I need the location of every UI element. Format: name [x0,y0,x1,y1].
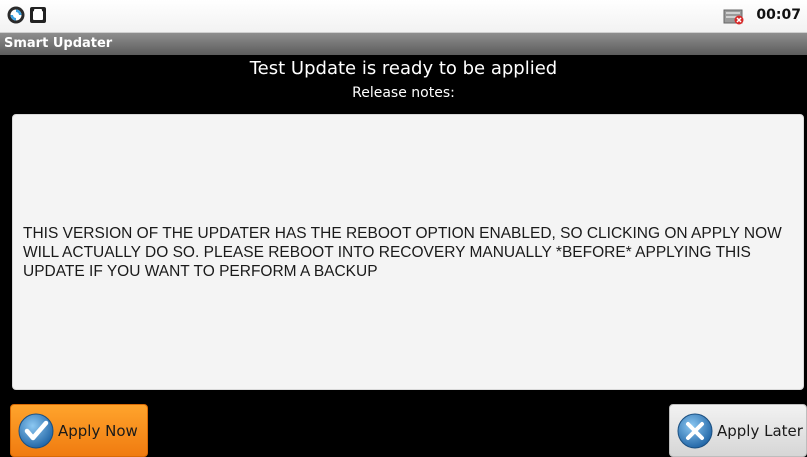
notification-error-icon [723,9,744,25]
apply-now-button[interactable]: Apply Now [10,404,148,457]
screen: 00:07 Smart Updater Test Update is ready… [0,0,807,457]
sync-icon [7,6,25,24]
release-notes-text: THIS VERSION OF THE UPDATER HAS THE REBO… [23,224,782,280]
release-notes-box[interactable]: THIS VERSION OF THE UPDATER HAS THE REBO… [12,114,804,390]
apply-now-label: Apply Now [58,421,138,440]
release-notes-heading: Release notes: [352,85,455,101]
title-bar: Smart Updater [0,33,807,55]
update-headline: Test Update is ready to be applied [249,58,558,79]
status-bar-time: 00:07 [756,7,801,23]
cancel-x-icon [677,413,713,448]
checkmark-icon [18,413,54,448]
app-title: Smart Updater [4,36,113,51]
status-bar: 00:07 [0,0,807,33]
apply-later-label: Apply Later [717,421,803,440]
apply-later-button[interactable]: Apply Later [669,404,807,457]
android-icon [30,7,46,23]
